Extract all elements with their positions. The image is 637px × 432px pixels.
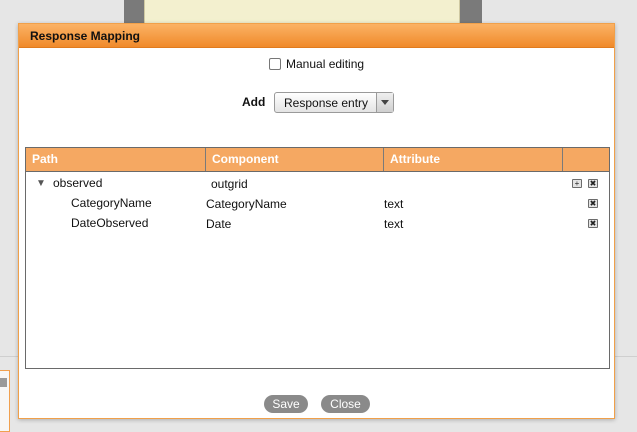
close-button[interactable]: Close xyxy=(321,395,370,413)
row-path: observed xyxy=(53,176,103,190)
row-component: CategoryName xyxy=(206,197,287,211)
dialog-titlebar[interactable]: Response Mapping xyxy=(19,24,614,48)
row-component: Date xyxy=(206,217,232,231)
delete-row-icon[interactable]: ✖ xyxy=(588,219,598,228)
dialog-title: Response Mapping xyxy=(30,29,141,43)
background-handle-icon xyxy=(0,378,7,387)
column-header-attribute: Attribute xyxy=(384,148,563,171)
column-header-path: Path xyxy=(26,148,206,171)
add-type-select-value: Response entry xyxy=(284,96,369,110)
add-child-icon[interactable]: + xyxy=(572,179,582,188)
delete-row-icon[interactable]: ✖ xyxy=(588,199,598,208)
manual-editing-label: Manual editing xyxy=(286,57,365,71)
chevron-down-icon[interactable] xyxy=(376,93,393,112)
add-label: Add xyxy=(242,95,266,109)
column-header-component: Component xyxy=(206,148,384,171)
row-path: DateObserved xyxy=(71,216,149,230)
column-header-actions xyxy=(563,148,609,171)
delete-row-icon[interactable]: ✖ xyxy=(588,179,598,188)
row-component: outgrid xyxy=(211,177,248,191)
response-mapping-dialog: Response Mapping Manual editing Add Resp… xyxy=(18,23,615,419)
manual-editing-option[interactable]: Manual editing xyxy=(269,56,364,72)
add-type-select[interactable]: Response entry xyxy=(274,92,394,113)
row-path: CategoryName xyxy=(71,196,152,210)
mapping-table: Path Component Attribute ▼ observed outg… xyxy=(25,147,610,369)
table-header: Path Component Attribute xyxy=(26,148,609,172)
expand-toggle-icon[interactable]: ▼ xyxy=(36,178,46,189)
row-attribute: text xyxy=(384,217,404,231)
manual-editing-checkbox[interactable] xyxy=(269,58,281,70)
row-attribute: text xyxy=(384,197,404,211)
save-button[interactable]: Save xyxy=(264,395,308,413)
